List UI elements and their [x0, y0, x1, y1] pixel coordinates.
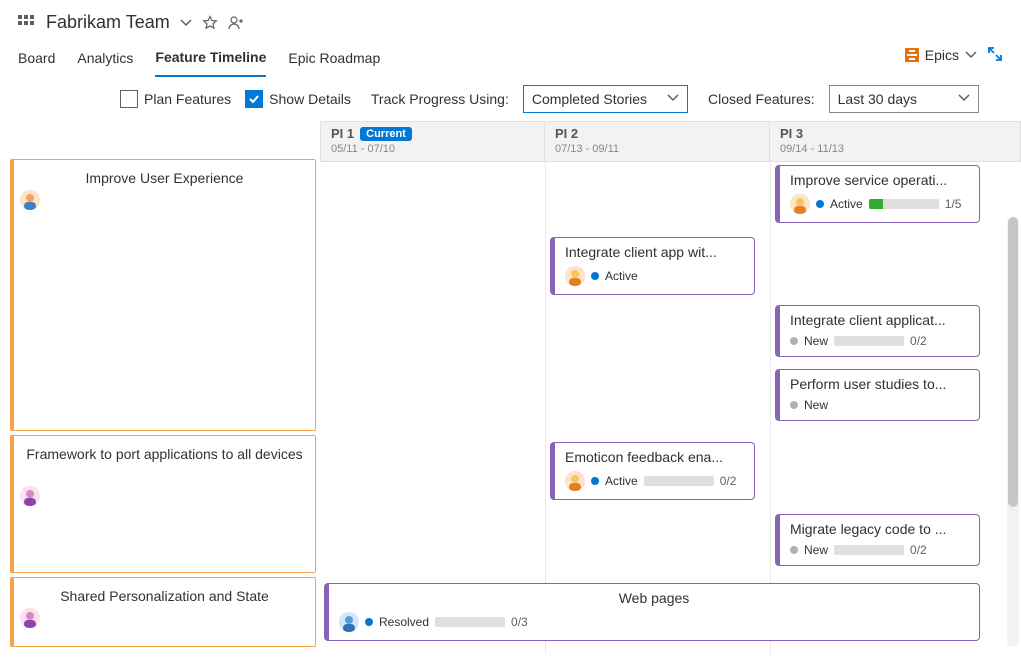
avatar — [20, 190, 40, 210]
avatar — [20, 608, 40, 628]
plan-features-checkbox[interactable] — [120, 90, 138, 108]
pi-dates: 09/14 - 11/13 — [780, 143, 1010, 155]
show-details-label: Show Details — [269, 91, 351, 107]
chevron-down-icon — [667, 91, 679, 107]
track-progress-select[interactable]: Completed Stories — [523, 85, 688, 113]
avatar — [790, 194, 810, 214]
feature-title: Emoticon feedback ena... — [565, 449, 744, 465]
scrollbar-thumb[interactable] — [1008, 217, 1018, 507]
epic-title: Improve User Experience — [24, 168, 305, 186]
tab-analytics[interactable]: Analytics — [77, 44, 133, 76]
pi-dates: 05/11 - 07/10 — [331, 143, 534, 155]
avatar — [565, 266, 585, 286]
feature-title: Integrate client applicat... — [790, 312, 969, 328]
epic-card[interactable]: Shared Personalization and State — [10, 577, 316, 647]
state-dot — [365, 618, 373, 626]
column-header-pi1[interactable]: PI 1 Current 05/11 - 07/10 — [320, 121, 545, 162]
current-badge: Current — [360, 127, 412, 141]
epic-card[interactable]: Improve User Experience — [10, 159, 316, 431]
progress-bar — [834, 336, 904, 346]
track-progress-value: Completed Stories — [532, 91, 647, 107]
avatar — [339, 612, 359, 632]
timeline-grid: PI 1 Current 05/11 - 07/10 PI 2 07/13 - 0… — [320, 121, 1021, 654]
state-dot — [790, 401, 798, 409]
epic-title: Framework to port applications to all de… — [24, 444, 305, 462]
progress-text: 0/2 — [720, 474, 737, 488]
pi-name: PI 2 — [555, 126, 578, 141]
epic-card[interactable]: Framework to port applications to all de… — [10, 435, 316, 573]
team-dropdown[interactable] — [180, 17, 192, 29]
state-dot — [591, 477, 599, 485]
progress-bar — [435, 617, 505, 627]
progress-bar — [869, 199, 939, 209]
track-progress-label: Track Progress Using: — [371, 91, 509, 107]
epics-icon — [905, 48, 919, 62]
feature-title: Integrate client app wit... — [565, 244, 744, 260]
chevron-down-icon — [965, 49, 977, 61]
team-name: Fabrikam Team — [46, 12, 170, 33]
feature-title: Improve service operati... — [790, 172, 969, 188]
chevron-down-icon — [958, 91, 970, 107]
tab-epic-roadmap[interactable]: Epic Roadmap — [288, 44, 380, 76]
closed-features-select[interactable]: Last 30 days — [829, 85, 979, 113]
favorite-star-icon[interactable] — [202, 15, 218, 31]
plan-features-label: Plan Features — [144, 91, 231, 107]
feature-card[interactable]: Emoticon feedback ena... Active 0/2 — [550, 442, 755, 500]
column-divider — [770, 159, 771, 654]
feature-card[interactable]: Integrate client applicat... New 0/2 — [775, 305, 980, 357]
feature-title: Migrate legacy code to ... — [790, 521, 969, 537]
state-label: Resolved — [379, 615, 429, 629]
state-label: New — [804, 398, 828, 412]
feature-title: Web pages — [339, 590, 969, 606]
feature-card[interactable]: Integrate client app wit... Active — [550, 237, 755, 295]
column-header-pi2[interactable]: PI 2 07/13 - 09/11 — [545, 121, 770, 162]
state-label: Active — [605, 269, 638, 283]
state-dot — [790, 337, 798, 345]
column-divider — [545, 159, 546, 654]
toolbar: Plan Features Show Details Track Progres… — [0, 77, 1021, 121]
fullscreen-icon[interactable] — [987, 46, 1003, 65]
feature-card[interactable]: Migrate legacy code to ... New 0/2 — [775, 514, 980, 566]
closed-features-label: Closed Features: — [708, 91, 815, 107]
pi-dates: 07/13 - 09/11 — [555, 143, 759, 155]
progress-text: 1/5 — [945, 197, 962, 211]
feature-card[interactable]: Web pages Resolved 0/3 — [324, 583, 980, 641]
column-headers: PI 1 Current 05/11 - 07/10 PI 2 07/13 - 0… — [320, 121, 1021, 162]
timeline-body: Improve User Experience Framework to por… — [0, 121, 1021, 654]
progress-text: 0/2 — [910, 334, 927, 348]
lanes: Improve service operati... Active 1/5 In… — [320, 159, 1021, 654]
state-label: New — [804, 334, 828, 348]
progress-bar — [644, 476, 714, 486]
state-dot — [790, 546, 798, 554]
feature-title: Perform user studies to... — [790, 376, 969, 392]
pi-name: PI 3 — [780, 126, 803, 141]
show-details-checkbox[interactable] — [245, 90, 263, 108]
tab-feature-timeline[interactable]: Feature Timeline — [155, 43, 266, 77]
pi-name: PI 1 — [331, 126, 354, 141]
epic-column: Improve User Experience Framework to por… — [0, 121, 320, 654]
vertical-scrollbar[interactable] — [1007, 217, 1019, 647]
closed-features-value: Last 30 days — [838, 91, 917, 107]
state-label: Active — [605, 474, 638, 488]
page-header: Fabrikam Team — [0, 0, 1021, 43]
epic-title: Shared Personalization and State — [24, 586, 305, 604]
feature-card[interactable]: Improve service operati... Active 1/5 — [775, 165, 980, 223]
progress-text: 0/3 — [511, 615, 528, 629]
avatar — [20, 486, 40, 506]
state-dot — [816, 200, 824, 208]
epics-label: Epics — [925, 47, 959, 63]
people-icon[interactable] — [228, 15, 246, 31]
team-icon — [18, 14, 36, 32]
epics-dropdown[interactable]: Epics — [905, 43, 977, 67]
state-label: Active — [830, 197, 863, 211]
column-header-pi3[interactable]: PI 3 09/14 - 11/13 — [770, 121, 1021, 162]
avatar — [565, 471, 585, 491]
progress-text: 0/2 — [910, 543, 927, 557]
tab-board[interactable]: Board — [18, 44, 55, 76]
progress-bar — [834, 545, 904, 555]
tab-bar: Board Analytics Feature Timeline Epic Ro… — [0, 43, 1021, 77]
state-label: New — [804, 543, 828, 557]
state-dot — [591, 272, 599, 280]
feature-card[interactable]: Perform user studies to... New — [775, 369, 980, 421]
